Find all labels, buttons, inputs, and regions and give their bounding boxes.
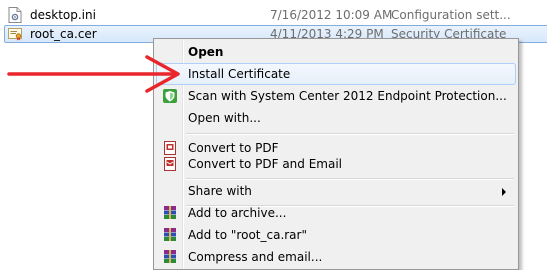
annotation-arrow-icon	[7, 55, 180, 93]
